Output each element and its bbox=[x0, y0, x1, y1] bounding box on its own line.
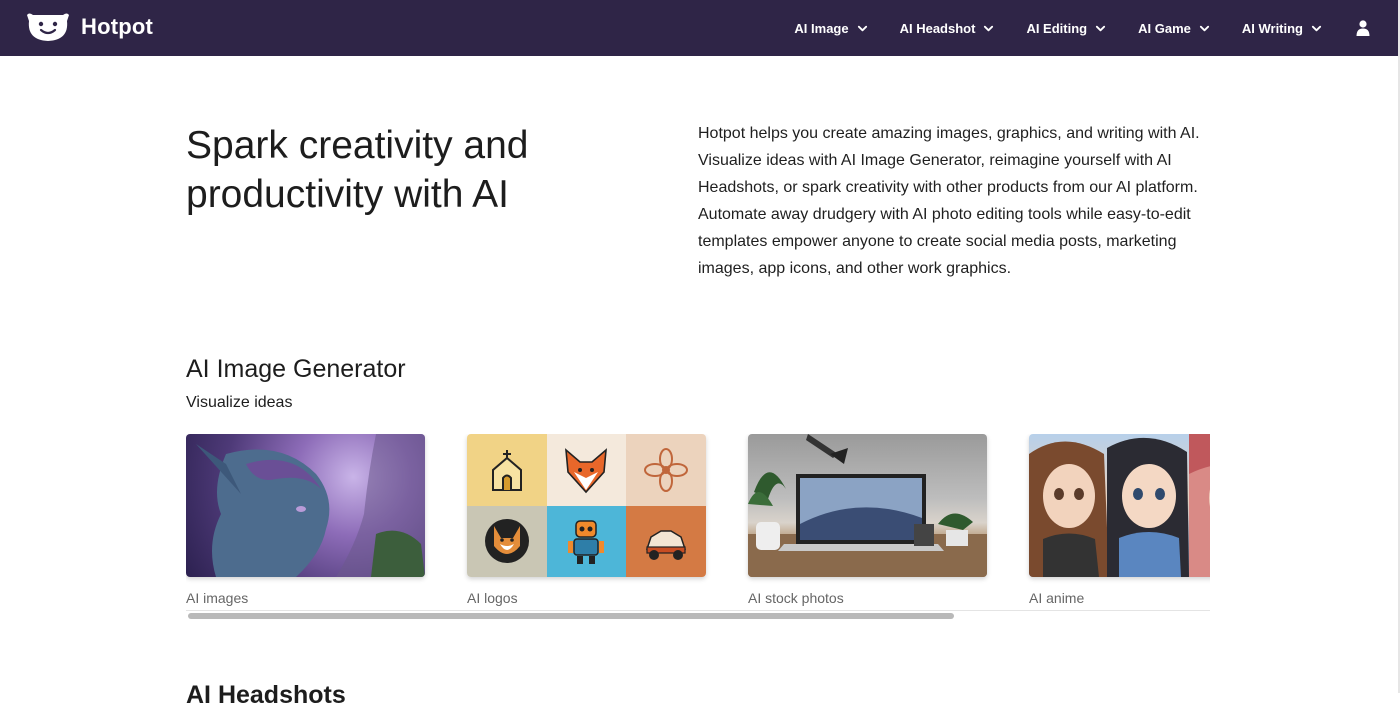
nav-item-label: AI Writing bbox=[1241, 20, 1303, 36]
chevron-down-icon bbox=[1199, 25, 1209, 31]
elf-portrait-image bbox=[196, 434, 425, 577]
nav-item-label: AI Image bbox=[794, 20, 849, 36]
nav-item-ai-editing[interactable]: AI Editing bbox=[1026, 21, 1106, 36]
card-ai-images[interactable]: AI images bbox=[186, 434, 426, 606]
card-ai-logos[interactable]: AI logos bbox=[467, 434, 707, 606]
card-label: AI anime bbox=[1029, 590, 1085, 606]
carousel-scroll-thumb[interactable] bbox=[188, 613, 954, 619]
main-menu: AI Image AI Headshot AI Editing AI Game … bbox=[762, 0, 1370, 56]
chevron-down-icon bbox=[1096, 25, 1106, 31]
church-logo-icon bbox=[467, 434, 547, 506]
hero-title: Spark creativity and productivity with A… bbox=[186, 124, 529, 216]
brand-logo-link[interactable]: Hotpot bbox=[25, 12, 153, 42]
robot-logo-icon bbox=[546, 505, 627, 577]
top-navbar: Hotpot AI Image AI Headshot AI Editing A… bbox=[0, 0, 1398, 56]
nav-item-ai-headshot[interactable]: AI Headshot bbox=[900, 21, 995, 36]
brand-name: Hotpot bbox=[81, 14, 154, 39]
product-carousel: AI images AI logos AI stock photos AI an… bbox=[186, 434, 1210, 624]
nav-item-ai-writing[interactable]: AI Writing bbox=[1242, 21, 1322, 36]
card-label: AI images bbox=[186, 590, 249, 606]
card-label: AI stock photos bbox=[748, 590, 844, 606]
chevron-down-icon bbox=[984, 25, 994, 31]
section-subtitle: Visualize ideas bbox=[186, 394, 293, 411]
nav-item-ai-image[interactable]: AI Image bbox=[794, 21, 867, 36]
card-label: AI logos bbox=[467, 590, 518, 606]
ai-anime-thumbnail[interactable] bbox=[1029, 434, 1210, 577]
nav-item-label: AI Headshot bbox=[899, 20, 976, 36]
user-icon[interactable] bbox=[1356, 20, 1370, 36]
next-section-title: AI Headshots bbox=[186, 681, 346, 709]
chevron-down-icon bbox=[857, 25, 867, 31]
card-ai-stock-photos[interactable]: AI stock photos bbox=[748, 434, 988, 606]
ai-stock-photos-thumbnail[interactable] bbox=[748, 434, 987, 577]
nav-item-ai-game[interactable]: AI Game bbox=[1138, 21, 1210, 36]
chevron-down-icon bbox=[1311, 25, 1322, 31]
card-ai-anime[interactable]: AI anime bbox=[1029, 434, 1210, 606]
logos-grid-image bbox=[467, 434, 706, 577]
fox-logo-icon bbox=[546, 434, 627, 506]
nav-item-label: AI Editing bbox=[1026, 20, 1088, 36]
section-title: AI Image Generator bbox=[186, 355, 406, 383]
flower-logo-icon bbox=[626, 434, 706, 506]
nav-item-label: AI Game bbox=[1138, 20, 1191, 36]
hotpot-logo-icon bbox=[27, 13, 69, 41]
anime-characters-image bbox=[1029, 434, 1210, 577]
laptop-desk-image bbox=[748, 434, 987, 577]
ai-images-thumbnail[interactable] bbox=[186, 434, 425, 577]
corgi-logo-icon bbox=[467, 505, 547, 577]
hero-description: Hotpot helps you create amazing images, … bbox=[698, 125, 1200, 277]
ai-logos-thumbnail[interactable] bbox=[467, 434, 706, 577]
race-car-logo-icon bbox=[626, 505, 706, 577]
